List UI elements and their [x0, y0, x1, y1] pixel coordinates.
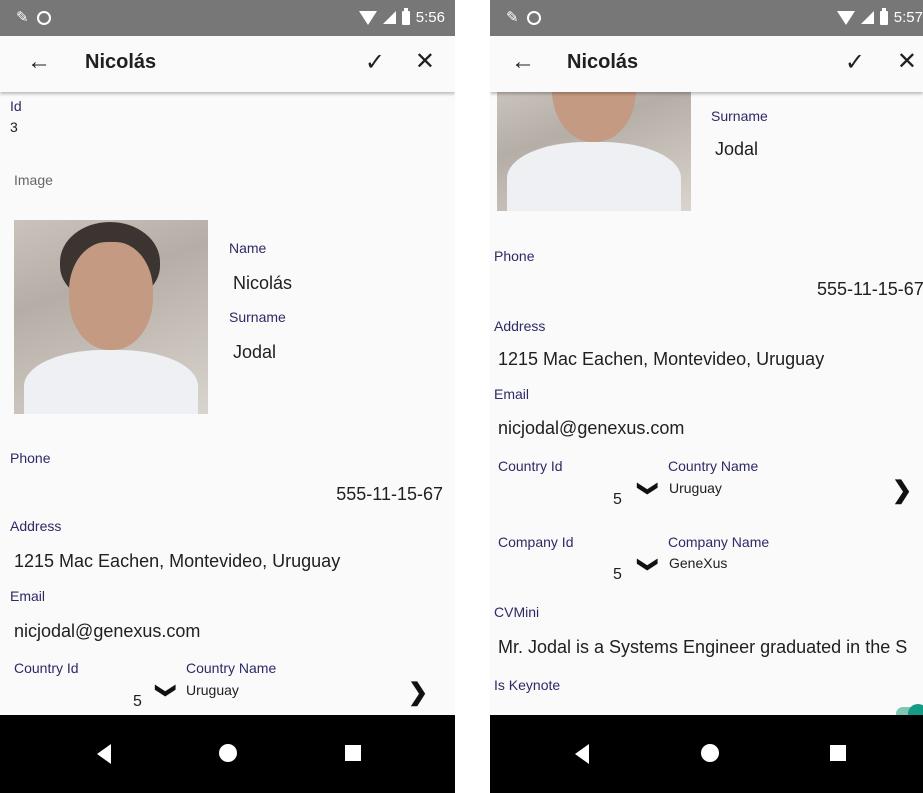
nav-back-icon[interactable]: [575, 744, 589, 764]
nav-home-icon[interactable]: [219, 744, 237, 762]
company-id-value[interactable]: 5: [613, 566, 622, 584]
chevron-down-icon[interactable]: ❯: [154, 682, 179, 699]
company-id-label: Company Id: [498, 534, 574, 550]
cvmini-value[interactable]: Mr. Jodal is a Systems Engineer graduate…: [498, 637, 907, 658]
wifi-icon: [836, 10, 855, 25]
battery-icon: [401, 7, 410, 25]
toggle-thumb: [908, 704, 923, 715]
phone-label: Phone: [10, 450, 51, 466]
address-value[interactable]: 1215 Mac Eachen, Montevideo, Uruguay: [498, 349, 824, 370]
pen-icon: ✎: [16, 9, 29, 26]
navigation-bar: [490, 715, 923, 793]
profile-photo[interactable]: [14, 220, 208, 414]
app-toolbar: ← Nicolás ✓ ✕: [490, 36, 923, 92]
surname-label: Surname: [229, 309, 286, 325]
surname-value[interactable]: Jodal: [233, 342, 276, 363]
phone-label: Phone: [494, 248, 535, 264]
wifi-icon: [358, 10, 377, 25]
nav-recents-icon[interactable]: [830, 745, 846, 761]
is-keynote-label: Is Keynote: [494, 677, 561, 693]
detail-form: Id 3 Image Name Nicolás Surname Jodal Ph…: [0, 92, 455, 715]
chevron-down-icon[interactable]: ❯: [636, 480, 661, 497]
status-time: 5:57: [893, 9, 923, 26]
surname-value[interactable]: Jodal: [715, 139, 758, 160]
photo-shirt: [507, 142, 681, 211]
chevron-right-icon[interactable]: ❯: [892, 476, 912, 505]
name-label: Name: [229, 240, 267, 256]
email-value[interactable]: nicjodal@genexus.com: [498, 418, 684, 439]
country-name-value[interactable]: Uruguay: [186, 682, 239, 698]
status-bar: ✎ 5:57: [490, 0, 923, 36]
nav-recents-icon[interactable]: [345, 745, 361, 761]
page-title: Nicolás: [567, 51, 639, 73]
company-name-value[interactable]: GeneXus: [669, 555, 727, 571]
image-label: Image: [14, 172, 53, 188]
country-id-value[interactable]: 5: [613, 491, 622, 509]
chevron-down-icon[interactable]: ❯: [636, 556, 661, 573]
signal-icon: [860, 11, 874, 24]
id-label: Id: [10, 98, 22, 114]
phone-value[interactable]: 555-11-15-67: [817, 279, 923, 300]
battery-icon: [879, 7, 888, 25]
nav-back-icon[interactable]: [97, 744, 111, 764]
chevron-right-icon[interactable]: ❯: [408, 678, 428, 707]
status-bar: ✎ 5:56: [0, 0, 455, 36]
email-label: Email: [10, 588, 46, 604]
name-value[interactable]: Nicolás: [233, 273, 292, 294]
close-icon[interactable]: ✕: [415, 47, 435, 76]
country-name-label: Country Name: [186, 660, 277, 676]
phone-value[interactable]: 555-11-15-67: [336, 484, 443, 505]
profile-photo[interactable]: [497, 92, 691, 211]
country-name-value[interactable]: Uruguay: [669, 480, 722, 496]
pen-icon: ✎: [506, 9, 519, 26]
navigation-bar: [0, 715, 455, 793]
phone-screen-right: ✎ 5:57 ← Nicolás ✓ ✕ Surname Jodal Phone…: [490, 0, 923, 793]
detail-form: Surname Jodal Phone 555-11-15-67 Address…: [490, 92, 923, 715]
status-time: 5:56: [415, 9, 445, 26]
country-id-value[interactable]: 5: [133, 693, 142, 711]
signal-icon: [382, 11, 396, 24]
back-arrow-icon[interactable]: ←: [511, 48, 535, 76]
page-title: Nicolás: [85, 51, 157, 73]
email-value[interactable]: nicjodal@genexus.com: [14, 621, 200, 642]
surname-label: Surname: [711, 108, 768, 124]
email-label: Email: [494, 386, 530, 402]
photo-face: [552, 92, 636, 142]
cvmini-label: CVMini: [494, 604, 540, 620]
address-value[interactable]: 1215 Mac Eachen, Montevideo, Uruguay: [14, 551, 340, 572]
company-name-label: Company Name: [668, 534, 770, 550]
back-arrow-icon[interactable]: ←: [27, 48, 51, 76]
photo-face: [69, 242, 153, 350]
country-name-label: Country Name: [668, 458, 759, 474]
nav-home-icon[interactable]: [701, 744, 719, 762]
close-icon[interactable]: ✕: [897, 47, 917, 76]
confirm-check-icon[interactable]: ✓: [365, 48, 385, 77]
address-label: Address: [10, 518, 62, 534]
notification-circle-icon: [527, 11, 541, 25]
photo-shirt: [24, 350, 198, 414]
id-value: 3: [10, 119, 18, 135]
address-label: Address: [494, 318, 546, 334]
country-id-label: Country Id: [498, 458, 563, 474]
app-toolbar: ← Nicolás ✓ ✕: [0, 36, 455, 92]
notification-circle-icon: [37, 11, 51, 25]
phone-screen-left: ✎ 5:56 ← Nicolás ✓ ✕ Id 3 Image Name Nic…: [0, 0, 455, 793]
country-id-label: Country Id: [14, 660, 79, 676]
confirm-check-icon[interactable]: ✓: [845, 48, 865, 77]
